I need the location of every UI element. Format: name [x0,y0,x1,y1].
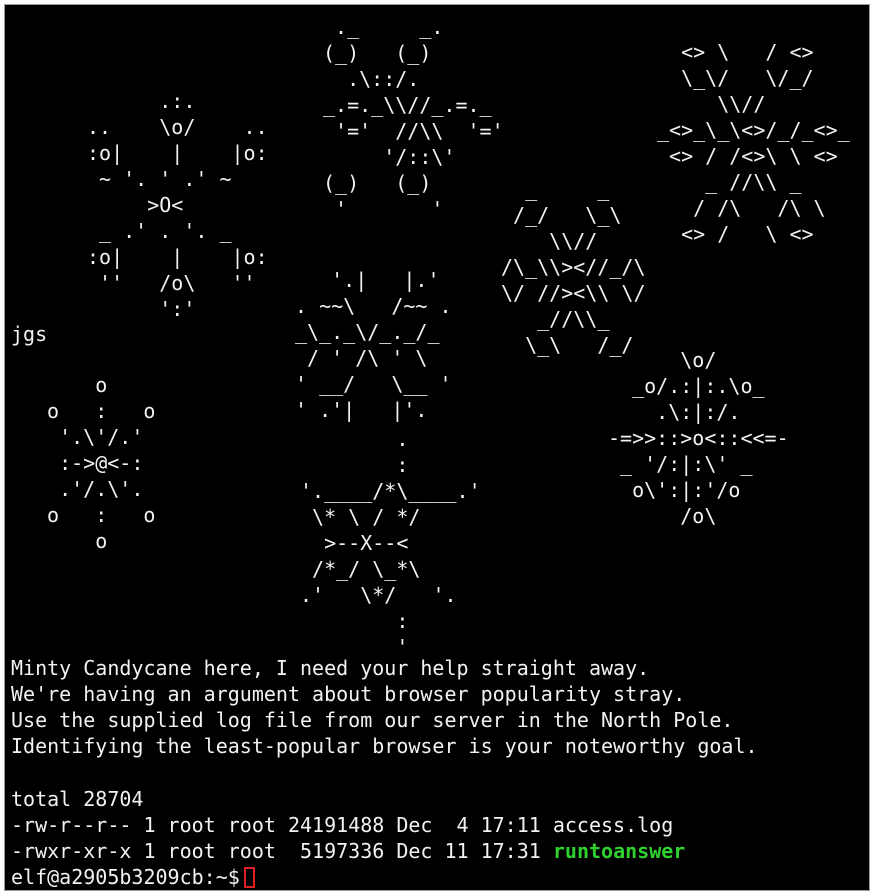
ascii-snowflake-bottom-right: \o/ _o/.:|:.\o_ .\:|:/. -=>>::>o<::<<=- … [608,348,789,528]
message-line-2: We're having an argument about browser p… [11,682,686,706]
ascii-signature: jgs [11,322,48,346]
listing-row-details: -rwxr-xr-x 1 root root 5197336 Dec 11 17… [11,839,553,863]
listing-total: total 28704 [11,787,144,811]
ascii-snowflake-bottom-left: o o : o '.\'/.' :->@<-: .'/.\'. o : o o [47,373,156,553]
ascii-snowflake-top-right: <> \ / <> \_\/ \/_/ \\// _<>_\_\<>/_/_<>… [657,40,850,246]
listing-row-access-log: -rw-r--r-- 1 root root 24191488 Dec 4 17… [11,813,674,837]
executable-filename: runtoanswer [552,839,686,863]
shell-prompt: elf@a2905b3209cb:~$ [11,865,240,889]
text-cursor [243,867,255,888]
ascii-snowflake-top-left: .:. .. \o/ .. :o| | |o: ~ '. ' .' ~ >O< … [87,89,268,321]
ascii-snowflake-middle-center: _ _ /_/ \_\ \\// /\_\\><//_/\ \/ //><\\ … [501,177,646,357]
message-line-1: Minty Candycane here, I need your help s… [11,656,650,680]
shell-prompt-line[interactable]: elf@a2905b3209cb:~$ [11,864,255,890]
listing-row-runtoanswer: -rwxr-xr-x 1 root root 5197336 Dec 11 17… [11,838,685,864]
ascii-snowflake-center-left: '.| |.' . ~~\ /~~ . _\_._\/_._/_ / ' /\ … [295,268,452,422]
ascii-snowflake-bottom-center: . : '.____/*\____.' \* \ / */ >--X--< /*… [300,427,481,659]
message-line-3: Use the supplied log file from our serve… [11,708,734,732]
terminal-window[interactable]: .:. .. \o/ .. :o| | |o: ~ '. ' .' ~ >O< … [4,4,870,891]
message-line-4: Identifying the least-popular browser is… [11,734,758,758]
ascii-snowflake-top-center: ._ _. (_) (_) .\::/. _.=._\\//_.=._ '=' … [323,15,504,221]
